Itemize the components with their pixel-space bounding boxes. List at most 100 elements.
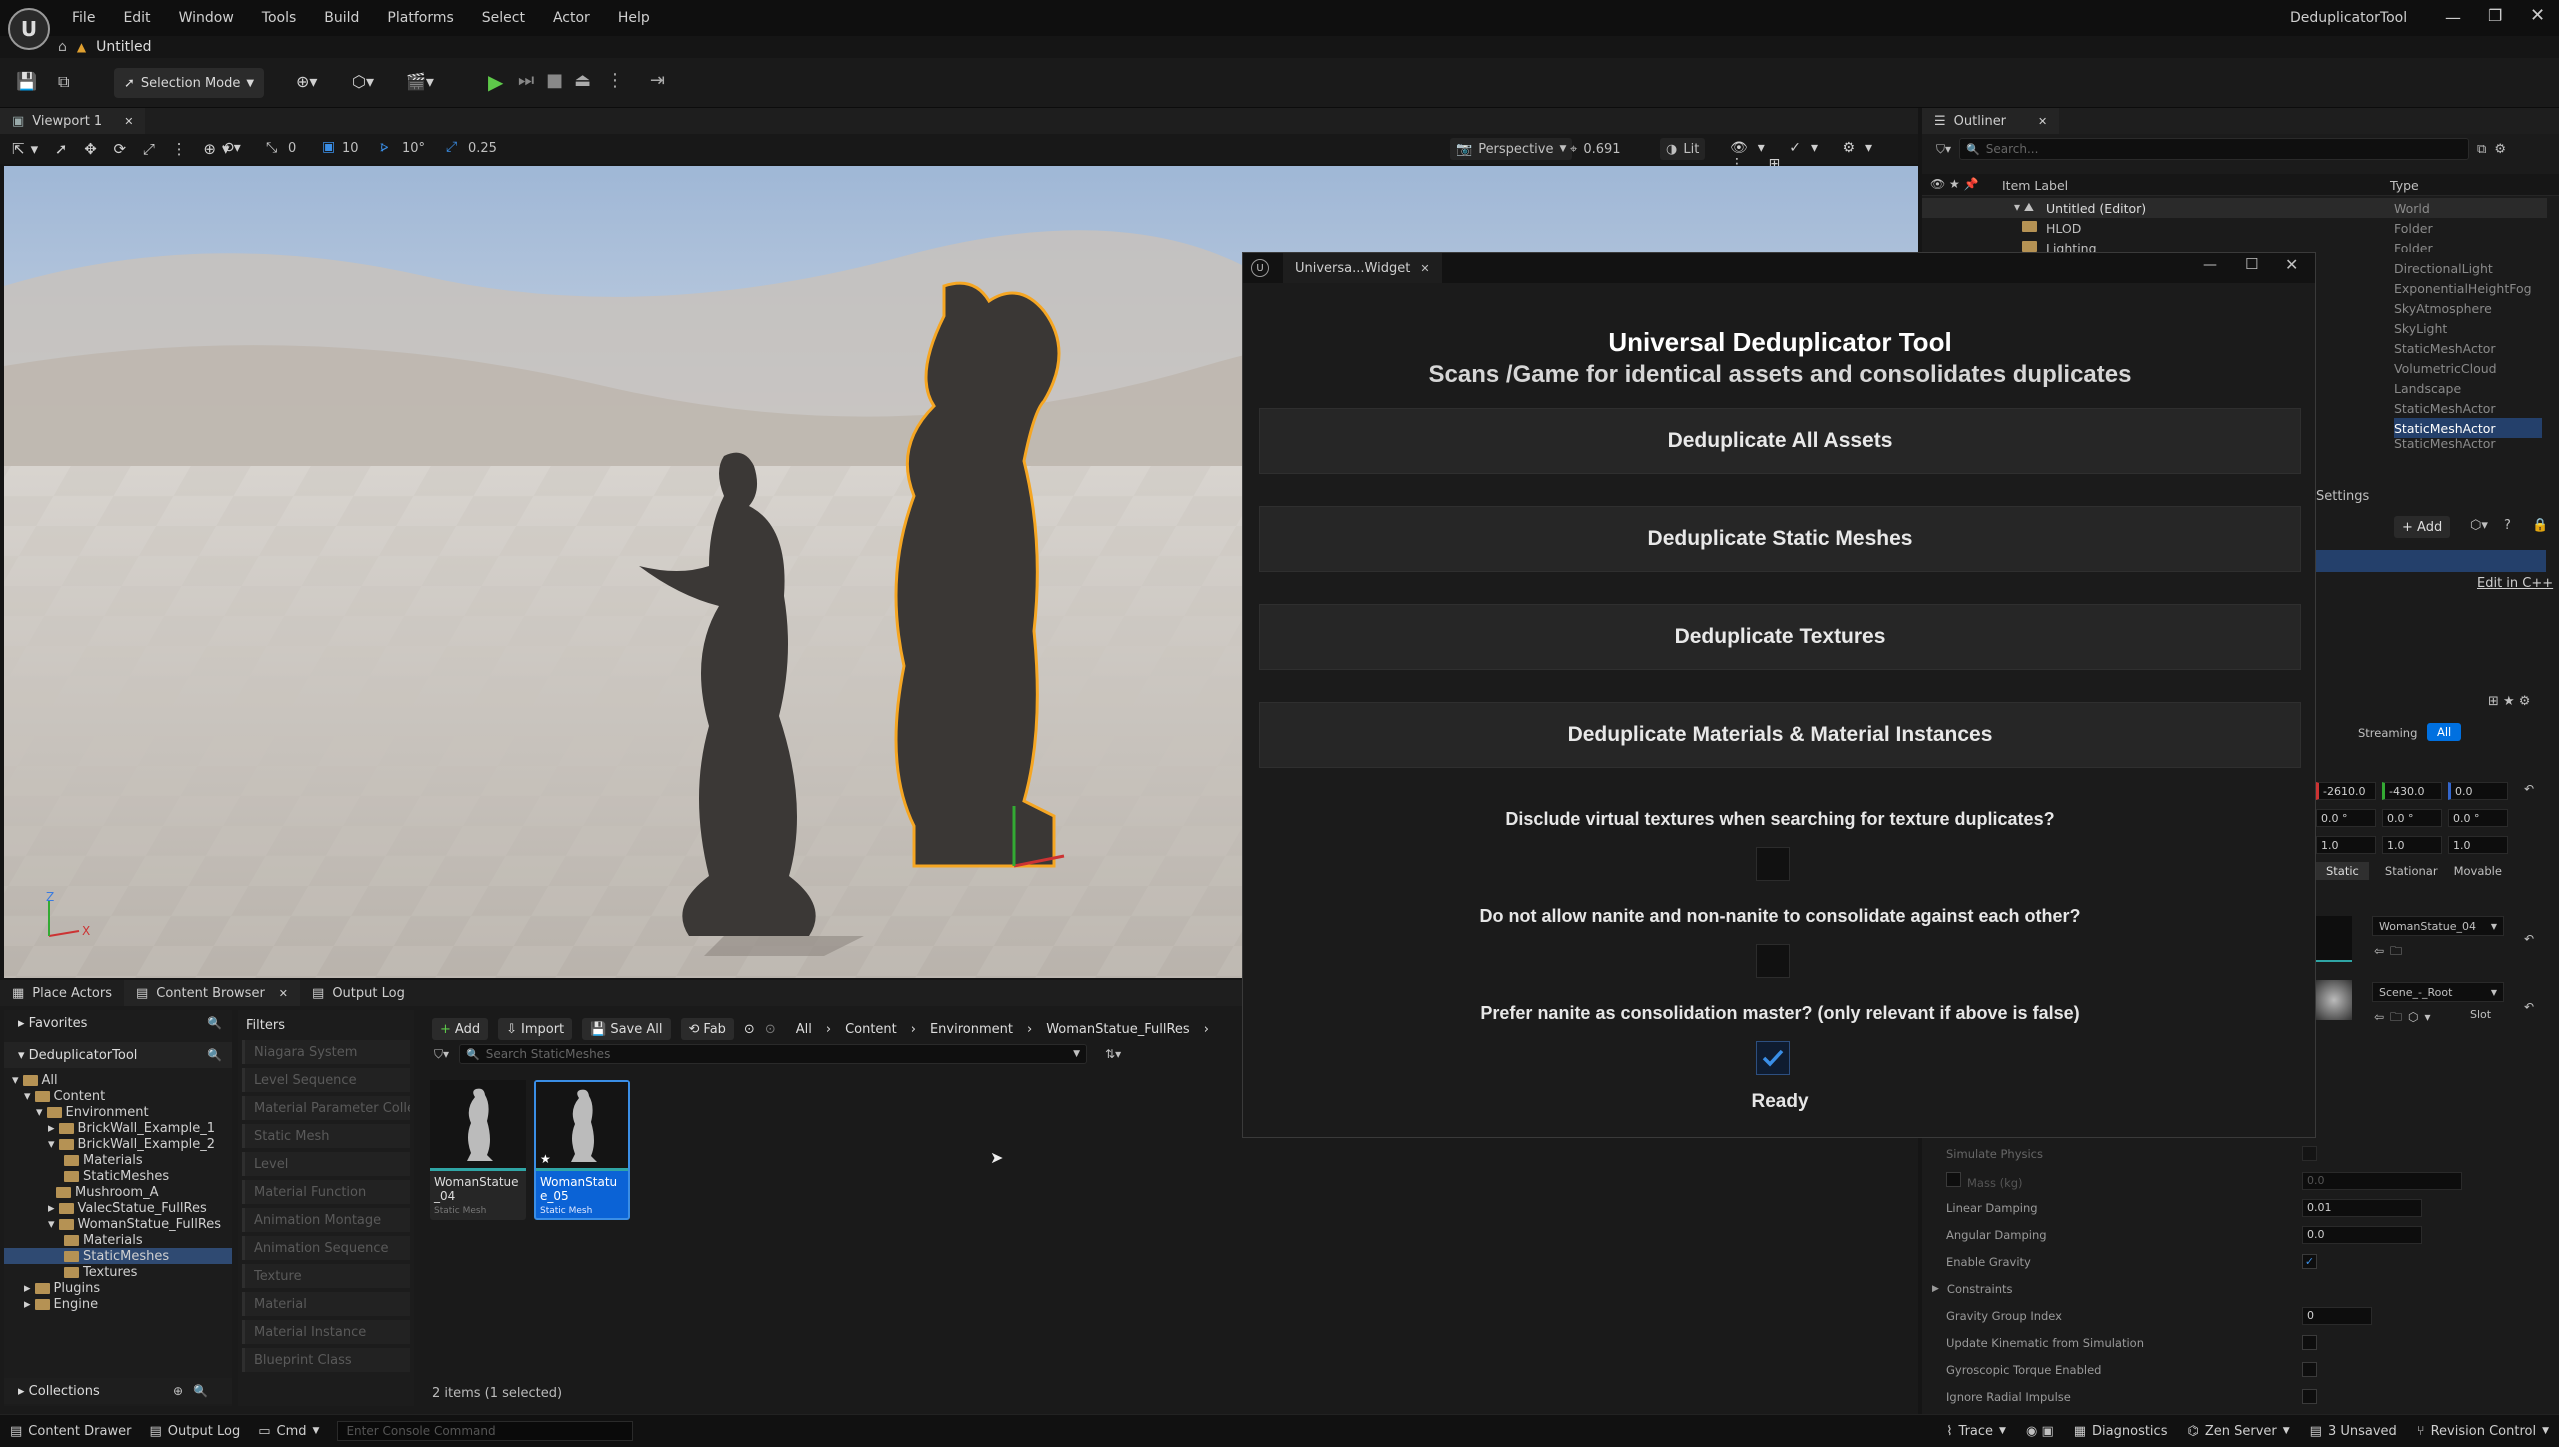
rotate-snap-icon[interactable]: ⤡ xyxy=(266,140,277,156)
revision-control-button[interactable]: ⑂ Revision Control ▼ xyxy=(2417,1424,2549,1439)
blueprint-icon[interactable]: ⬡▾ xyxy=(2470,518,2488,533)
tree-item[interactable]: StaticMeshes xyxy=(4,1168,232,1184)
filter-item[interactable]: Material Instance xyxy=(242,1320,410,1344)
close-icon[interactable]: ✕ xyxy=(2530,5,2545,26)
location-y[interactable]: -430.0 xyxy=(2382,782,2442,800)
breadcrumb-item[interactable]: Environment xyxy=(930,1022,1013,1037)
enable-gravity-checkbox[interactable]: ✓ xyxy=(2302,1254,2317,1269)
tree-item[interactable]: Mushroom_A xyxy=(4,1184,232,1200)
all-filter[interactable]: All xyxy=(2427,723,2462,741)
menu-select[interactable]: Select xyxy=(468,6,539,30)
close-tab-icon[interactable]: ✕ xyxy=(1420,262,1429,275)
rotation-x[interactable]: 0.0 ° xyxy=(2316,809,2376,827)
filter-item[interactable]: Texture xyxy=(242,1264,410,1288)
simulate-physics-checkbox[interactable] xyxy=(2302,1146,2317,1161)
tree-item[interactable]: ▸ Engine xyxy=(4,1296,232,1312)
tree-item[interactable]: Materials xyxy=(4,1232,232,1248)
filter-item[interactable]: Niagara System xyxy=(242,1040,410,1064)
location-z[interactable]: 0.0 xyxy=(2448,782,2508,800)
breadcrumb-item[interactable]: Content xyxy=(845,1022,897,1037)
collections-header[interactable]: ▸ Collections ⊕🔍 xyxy=(4,1378,232,1404)
content-drawer-button[interactable]: ▤ Content Drawer xyxy=(10,1424,131,1439)
close-tab-icon[interactable]: ✕ xyxy=(279,987,288,1000)
rotation-z[interactable]: 0.0 ° xyxy=(2448,809,2508,827)
filter-item[interactable]: Level Sequence xyxy=(242,1068,410,1092)
cinematics-icon[interactable]: 🎬▾ xyxy=(406,72,434,91)
menu-help[interactable]: Help xyxy=(604,6,664,30)
view-mode-dropdown[interactable]: 📷 Perspective ▼ xyxy=(1450,138,1573,160)
angle-snap-icon[interactable]: ⦠ xyxy=(380,139,388,155)
gyroscopic-checkbox[interactable] xyxy=(2302,1362,2317,1377)
project-header[interactable]: ▾ DeduplicatorTool xyxy=(18,1048,137,1063)
search-icon[interactable]: 🔍 xyxy=(207,1016,222,1030)
menu-edit[interactable]: Edit xyxy=(109,6,164,30)
transform-icons[interactable]: ⇱▾ ➚ ✥ ⟳ ⤢ ⋮ ⊕▾ xyxy=(12,140,236,158)
deduplicate-static-meshes-button[interactable]: Deduplicate Static Meshes xyxy=(1259,506,2301,572)
menu-build[interactable]: Build xyxy=(310,6,373,30)
fab-button[interactable]: ⟲ Fab xyxy=(680,1018,734,1040)
angle-snap-value[interactable]: 10° xyxy=(402,141,425,156)
surface-snap-icon[interactable]: ⟲▾ xyxy=(222,140,241,156)
rotation-y[interactable]: 0.0 ° xyxy=(2382,809,2442,827)
scale-snap-icon[interactable]: ⤢ xyxy=(446,139,457,155)
location-x[interactable]: -2610.0 xyxy=(2316,782,2376,800)
type-header[interactable]: Type xyxy=(2390,178,2419,193)
tree-item[interactable]: ▾ BrickWall_Example_2 xyxy=(4,1136,232,1152)
output-log-tab[interactable]: ▤ Output Log xyxy=(300,980,417,1006)
sort-icon[interactable]: ⇅▾ xyxy=(1105,1047,1121,1061)
grid-view-icon[interactable]: ⊞ ★ ⚙ xyxy=(2488,694,2530,709)
static-mesh-thumb[interactable] xyxy=(2316,916,2352,962)
tree-item[interactable]: Textures xyxy=(4,1264,232,1280)
breadcrumb-item[interactable]: WomanStatue_FullRes xyxy=(1046,1022,1190,1037)
linear-damping-input[interactable]: 0.01 xyxy=(2302,1198,2422,1217)
add-filter-icon[interactable]: ⧉ xyxy=(2477,142,2486,157)
platforms-icon[interactable]: ⇥ xyxy=(650,70,665,91)
add-actor-icon[interactable]: ⊕▾ xyxy=(296,72,317,91)
blueprint-icon[interactable]: ⬡▾ xyxy=(352,72,374,91)
history-back-icon[interactable]: ⊙ xyxy=(744,1022,755,1037)
edit-in-cpp-link[interactable]: Edit in C++ xyxy=(2477,576,2553,591)
menu-window[interactable]: Window xyxy=(165,6,248,30)
tree-item[interactable]: ▸ BrickWall_Example_1 xyxy=(4,1120,232,1136)
filter-item[interactable]: Animation Montage xyxy=(242,1208,410,1232)
close-tab-icon[interactable]: ✕ xyxy=(124,115,133,128)
outliner-search[interactable]: 🔍 Search... xyxy=(1959,138,2470,160)
menu-actor[interactable]: Actor xyxy=(539,6,604,30)
outliner-tab[interactable]: ☰ Outliner ✕ xyxy=(1922,108,2060,134)
filter-icon[interactable]: ⛉▾ xyxy=(434,1047,449,1062)
material-thumb[interactable] xyxy=(2316,980,2352,1020)
home-icon[interactable]: ⌂ xyxy=(58,39,67,55)
eject-icon[interactable]: ⏏ xyxy=(574,70,591,91)
static-mesh-dropdown[interactable]: WomanStatue_04 ▼ xyxy=(2372,916,2504,936)
filter-item[interactable]: Static Mesh xyxy=(242,1124,410,1148)
console-input[interactable]: Enter Console Command xyxy=(337,1421,634,1441)
record-icon[interactable]: ◉ ▣ xyxy=(2026,1424,2054,1439)
tree-item-selected[interactable]: StaticMeshes xyxy=(4,1248,232,1264)
filter-item[interactable]: Blueprint Class xyxy=(242,1348,410,1372)
rotate-snap-value[interactable]: 0 xyxy=(288,141,296,156)
filter-item[interactable]: Material xyxy=(242,1292,410,1316)
output-log-button[interactable]: ▤ Output Log xyxy=(149,1424,240,1439)
widget-tab[interactable]: Universa...Widget ✕ xyxy=(1283,253,1442,283)
angular-damping-input[interactable]: 0.0 xyxy=(2302,1225,2422,1244)
filter-icon[interactable]: ⛉▾ xyxy=(1936,142,1951,157)
filter-item[interactable]: Material Function xyxy=(242,1180,410,1204)
tree-item[interactable]: Materials xyxy=(4,1152,232,1168)
outliner-row-world[interactable]: ▾ ⛰ Untitled (Editor) World xyxy=(1922,198,2547,218)
import-button[interactable]: ⇩ Import xyxy=(498,1018,573,1040)
deduplicate-materials-button[interactable]: Deduplicate Materials & Material Instanc… xyxy=(1259,702,2301,768)
browse-asset-icons[interactable]: ⇦🗀 xyxy=(2374,942,2408,963)
outliner-row-hlod[interactable]: HLOD Folder xyxy=(1922,218,2547,238)
step-icon[interactable]: ⏭ xyxy=(518,70,534,91)
play-icon[interactable]: ▶ xyxy=(488,70,503,94)
update-kinematic-checkbox[interactable] xyxy=(2302,1335,2317,1350)
tree-item[interactable]: ▾ WomanStatue_FullRes xyxy=(4,1216,232,1232)
scale-snap-value[interactable]: 0.25 xyxy=(468,141,497,156)
deduplicate-textures-button[interactable]: Deduplicate Textures xyxy=(1259,604,2301,670)
tree-item[interactable]: ▾ Environment xyxy=(4,1104,232,1120)
filter-item[interactable]: Material Parameter Collec xyxy=(242,1096,410,1120)
virtual-textures-checkbox[interactable] xyxy=(1756,847,1790,881)
prop-label[interactable]: Constraints xyxy=(1939,1282,2299,1296)
minimize-icon[interactable]: — xyxy=(2445,8,2461,27)
mobility-movable[interactable]: Movable xyxy=(2454,864,2502,878)
